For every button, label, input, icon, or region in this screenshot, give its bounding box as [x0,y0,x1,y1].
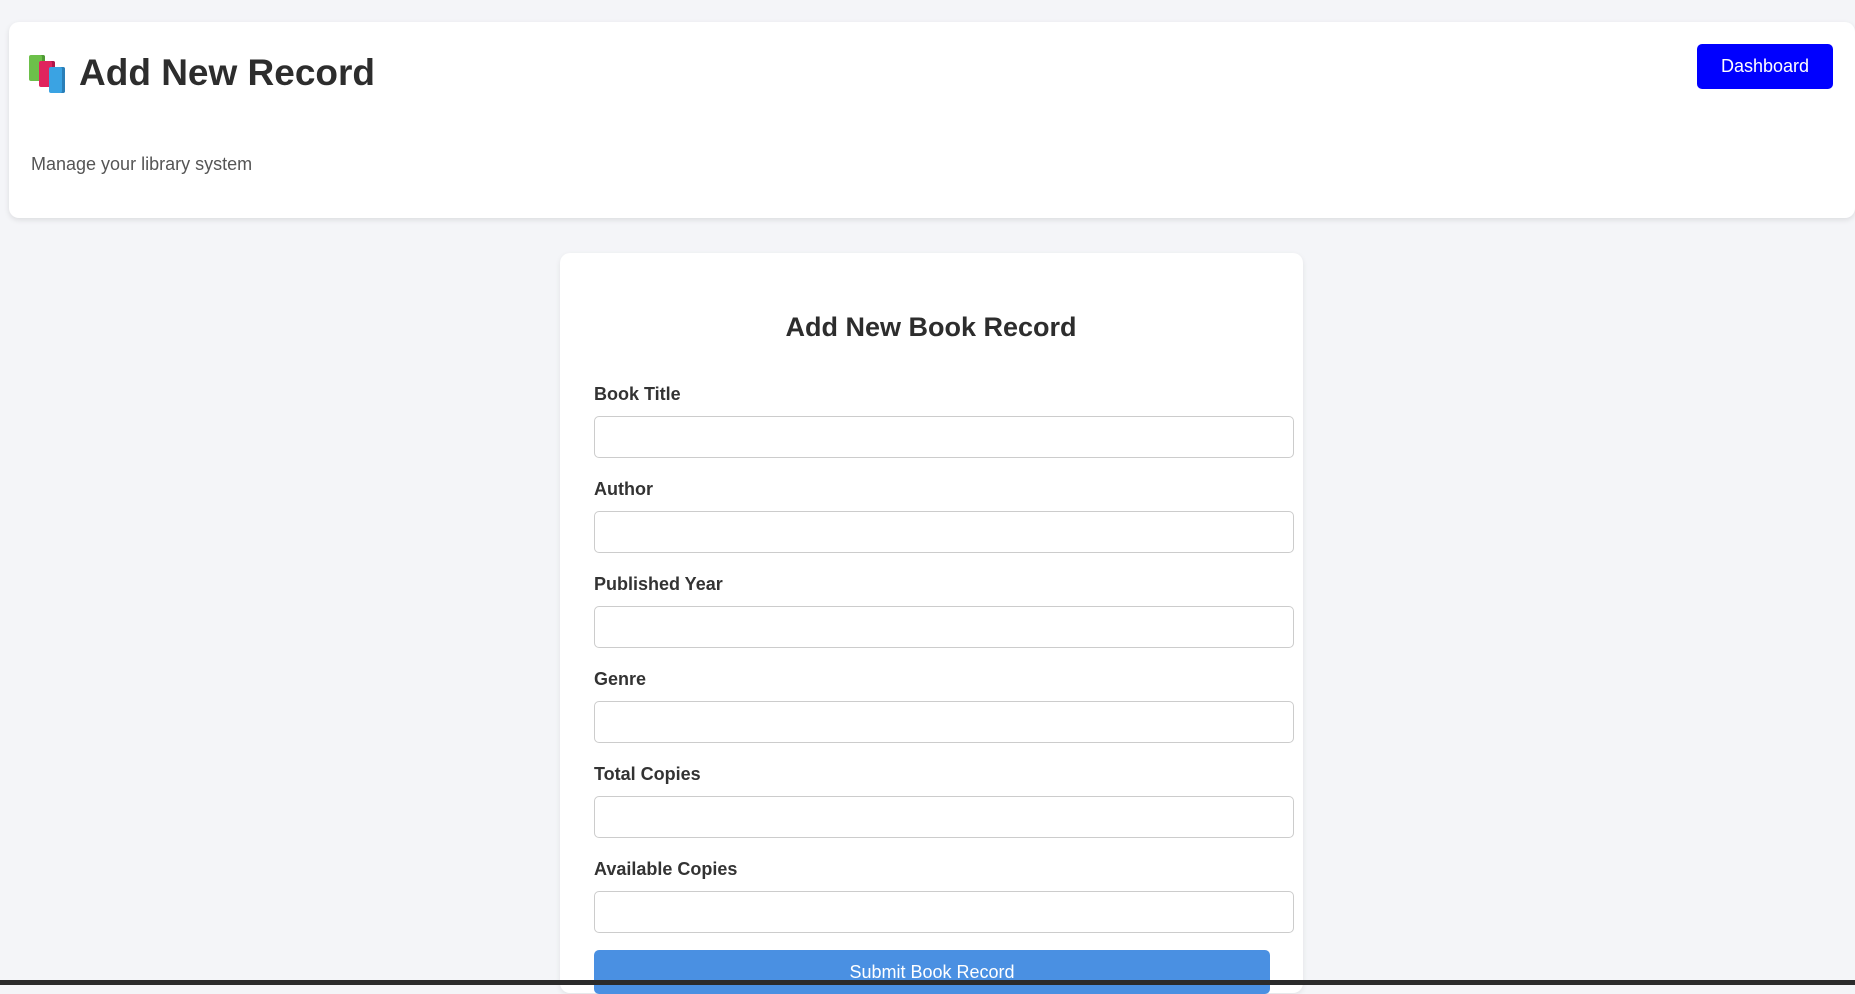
genre-label: Genre [594,669,647,689]
form-title: Add New Book Record [785,312,1077,342]
bottom-rule [0,980,1855,985]
blue-book-shape [49,67,65,93]
book-title-input[interactable] [594,416,1294,458]
book-title-label: Book Title [594,384,681,404]
total-copies-input[interactable] [594,796,1294,838]
available-copies-label: Available Copies [594,859,738,879]
author-input[interactable] [594,511,1294,553]
page-title: Add New Record [27,52,375,94]
genre-input[interactable] [594,701,1294,743]
published-year-input[interactable] [594,606,1294,648]
author-label: Author [594,479,653,499]
published-year-label: Published Year [594,574,723,594]
page-subtitle: Manage your library system [31,154,253,174]
books-icon [27,53,69,93]
total-copies-label: Total Copies [594,764,701,784]
dashboard-button[interactable]: Dashboard [1697,44,1833,89]
available-copies-input[interactable] [594,891,1294,933]
submit-book-record-button[interactable]: Submit Book Record [594,950,1270,994]
page-title-text: Add New Record [79,52,376,93]
